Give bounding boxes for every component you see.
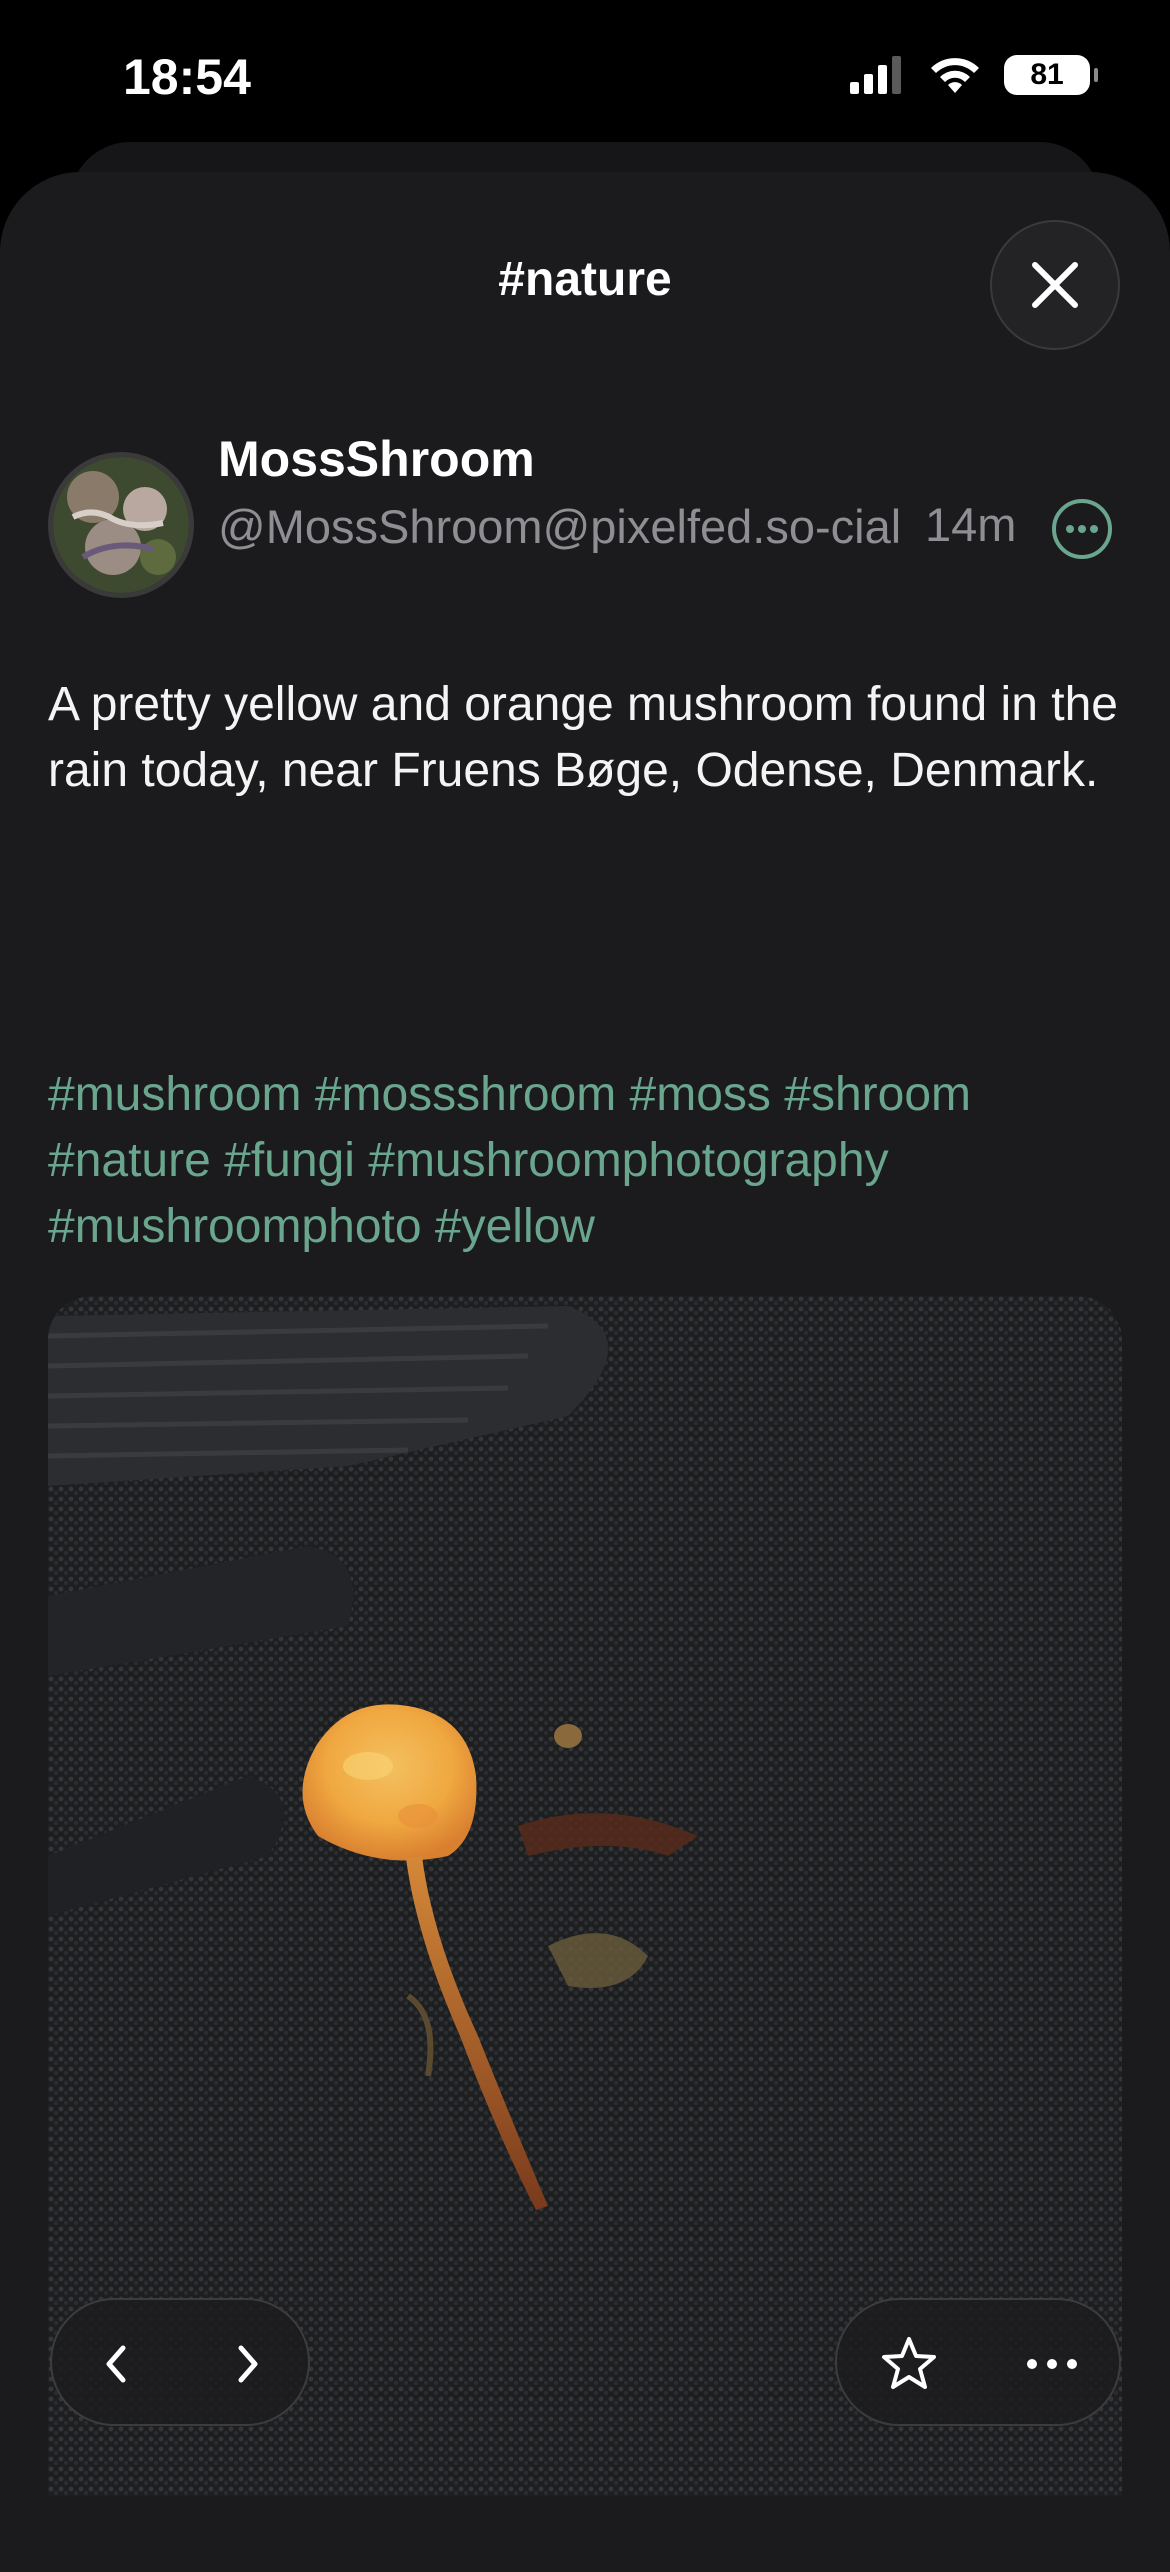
image-actions [835,2298,1121,2426]
signal-icon [850,56,901,94]
avatar-image [53,457,189,593]
star-icon [881,2337,936,2389]
author-handle[interactable]: @MossShroom@pixelfed.so-cial [218,494,908,560]
author-display-name[interactable]: MossShroom [218,430,535,488]
wifi-icon [931,58,979,93]
more-options-button[interactable] [1050,497,1114,561]
image-favorite-button[interactable] [837,2300,980,2428]
status-bar: 18:54 81 [0,0,1170,150]
image-navigation [50,2298,310,2426]
image-more-button[interactable] [980,2300,1123,2428]
ellipsis-icon [1026,2359,1077,2369]
status-time: 18:54 [123,49,251,105]
close-icon [1032,262,1078,308]
avatar[interactable] [48,452,194,598]
chevron-left-icon [106,2345,126,2383]
post-hashtags[interactable]: #mushroom #mossshroom #moss #shroom #nat… [48,1062,1128,1260]
battery-indicator: 81 [1004,55,1098,95]
post-text: A pretty yellow and orange mushroom foun… [48,678,1118,797]
chevron-right-icon [238,2345,258,2383]
previous-image-button[interactable] [52,2300,182,2428]
post-timestamp: 14m [925,498,1017,551]
next-image-button[interactable] [182,2300,312,2428]
status-icons: 81 [850,55,1098,95]
close-button[interactable] [990,220,1120,350]
more-options-icon [1052,499,1112,559]
